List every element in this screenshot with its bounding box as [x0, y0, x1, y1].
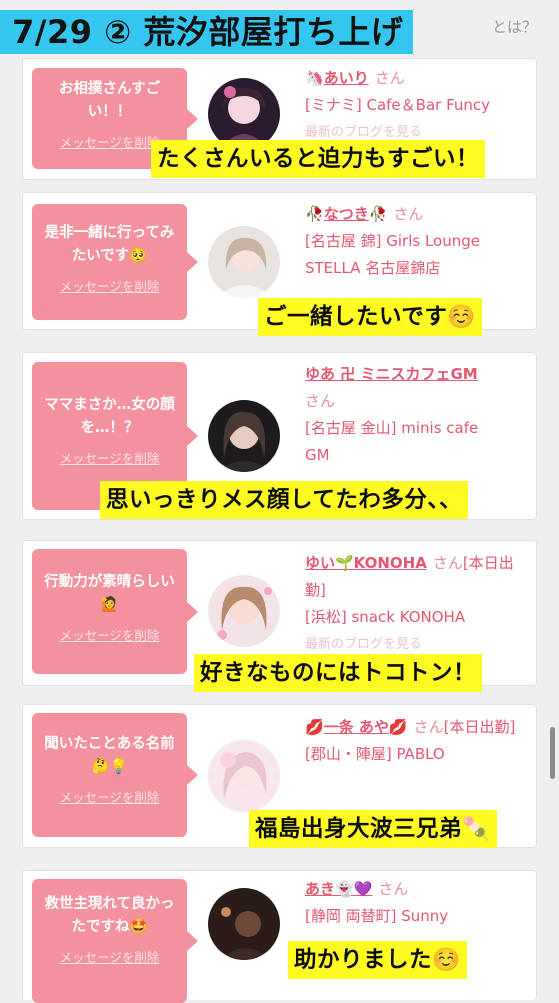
shop-name[interactable]: [郡山・陣屋] PABLO	[305, 741, 527, 768]
overlay-caption: たくさんいると迫力もすごい！	[151, 140, 486, 178]
caption-text: 思いっきりメス顔してたわ多分、、	[106, 487, 463, 513]
message-card: ママまさか…女の顔を…！？ メッセージを削除 ゆあ 卍 ミニスカフェGM さん …	[22, 352, 537, 520]
avatar[interactable]	[208, 575, 280, 647]
top-bar: 7/29 ② 荒汐部屋打ち上げ とは？	[0, 0, 559, 62]
cast-name[interactable]: ゆあ 卍 ミニスカフェGM	[305, 365, 478, 383]
shop-name-line2[interactable]: GM	[305, 442, 527, 469]
caption-text: 好きなものにはトコトン！	[200, 660, 477, 686]
honorific: さん	[305, 392, 336, 410]
caption-text: 助かりました	[294, 947, 433, 973]
delete-message-link[interactable]: メッセージを削除	[40, 787, 179, 806]
shop-name[interactable]: [ミナミ] Cafe＆Bar Funcy	[305, 92, 527, 119]
caption-emoji: 🍡	[462, 816, 491, 842]
caption-emoji: ☺️	[432, 947, 461, 973]
message-bubble: 是非一緒に行ってみたいです🥺 メッセージを削除	[32, 204, 198, 320]
overlay-caption: 思いっきりメス顔してたわ多分、、	[100, 481, 469, 519]
cast-name[interactable]: あいり	[324, 69, 369, 87]
cast-info: 🥀なつき🥀 さん [名古屋 錦] Girls Lounge STELLA 名古屋錦…	[305, 201, 527, 282]
overlay-caption: ご一緒したいです☺️	[258, 298, 482, 336]
cast-name-link[interactable]: 🥀なつき🥀	[305, 205, 387, 223]
cast-name[interactable]: 一条 あや	[324, 718, 389, 736]
shop-name-line2[interactable]: STELLA 名古屋錦店	[305, 255, 527, 282]
name-suffix-emoji: 🥀	[368, 205, 388, 223]
cast-name-link[interactable]: 🦄あいり	[305, 69, 369, 87]
message-bubble: 行動力が素晴らしい🙋 メッセージを削除	[32, 549, 198, 674]
message-text: 是非一緒に行ってみたいです🥺	[44, 225, 175, 264]
caption-text: 福島出身大波三兄弟	[255, 816, 463, 842]
message-card: 救世主現れて良かったですね🤩 メッセージを削除 あき👻💜 さん [静岡 両替町] …	[22, 870, 537, 1003]
overlay-caption: 好きなものにはトコトン！	[194, 654, 483, 692]
cast-name[interactable]: あき👻💜	[305, 880, 372, 898]
delete-message-link[interactable]: メッセージを削除	[40, 448, 179, 467]
overlay-caption: 助かりました☺️	[288, 941, 467, 979]
cast-info: 🦄あいり さん [ミナミ] Cafe＆Bar Funcy 最新のブログを見る	[305, 65, 527, 146]
message-text: 聞いたことある名前🤔💡	[44, 736, 175, 775]
avatar[interactable]	[208, 226, 280, 298]
name-suffix-emoji: 💋	[388, 718, 408, 736]
cast-info: ゆい🌱KONOHA さん[本日出勤] [浜松] snack KONOHA 最新のブ…	[305, 550, 527, 658]
caption-emoji: ☺️	[447, 304, 476, 330]
help-link[interactable]: とは？	[492, 16, 537, 37]
caption-text: たくさんいると迫力もすごい！	[157, 146, 480, 172]
shop-name[interactable]: [静岡 両替町] Sunny	[305, 903, 527, 930]
work-status: [本日出勤]	[443, 718, 516, 736]
message-card: 行動力が素晴らしい🙋 メッセージを削除 ゆい🌱KONOHA さん[本日出勤] [浜…	[22, 540, 537, 692]
honorific: さん	[393, 205, 424, 223]
cast-info: 💋一条 あや💋 さん[本日出勤] [郡山・陣屋] PABLO	[305, 714, 527, 768]
delete-message-link[interactable]: メッセージを削除	[40, 947, 179, 966]
shop-name[interactable]: [名古屋 錦] Girls Lounge	[305, 228, 527, 255]
message-bubble: 聞いたことある名前🤔💡 メッセージを削除	[32, 713, 198, 837]
message-text: ママまさか…女の顔を…！？	[44, 397, 175, 436]
message-text: お相撲さんすごい！！	[58, 81, 161, 120]
avatar[interactable]	[208, 400, 280, 472]
message-bubble: 救世主現れて良かったですね🤩 メッセージを削除	[32, 879, 198, 1003]
message-text: 行動力が素晴らしい🙋	[44, 574, 175, 613]
shop-name[interactable]: [浜松] snack KONOHA	[305, 604, 527, 631]
message-card: 聞いたことある名前🤔💡 メッセージを削除 💋一条 あや💋 さん[本日出勤] [郡山…	[22, 704, 537, 848]
honorific: さん	[432, 554, 463, 572]
page-title-banner: 7/29 ② 荒汐部屋打ち上げ	[0, 10, 414, 54]
name-prefix-emoji: 💋	[305, 718, 324, 736]
delete-message-link[interactable]: メッセージを削除	[40, 276, 179, 295]
honorific: さん	[413, 718, 444, 736]
cast-name[interactable]: ゆい🌱KONOHA	[305, 554, 427, 572]
honorific: さん	[378, 880, 409, 898]
cast-name[interactable]: なつき	[324, 205, 369, 223]
cast-name-link[interactable]: 💋一条 あや💋	[305, 718, 408, 736]
honorific: さん	[374, 69, 405, 87]
delete-message-link[interactable]: メッセージを削除	[40, 625, 179, 644]
avatar[interactable]	[208, 740, 280, 812]
overlay-caption: 福島出身大波三兄弟🍡	[249, 810, 497, 848]
message-text: 救世主現れて良かったですね🤩	[44, 896, 175, 935]
avatar[interactable]	[208, 888, 280, 960]
cast-info: ゆあ 卍 ミニスカフェGM さん [名古屋 金山] minis cafe GM	[305, 361, 527, 469]
scrollbar[interactable]	[550, 727, 555, 779]
shop-name[interactable]: [名古屋 金山] minis cafe	[305, 415, 527, 442]
cast-info: あき👻💜 さん [静岡 両替町] Sunny	[305, 876, 527, 930]
message-card: お相撲さんすごい！！ メッセージを削除 🦄あいり さん [ミナミ] Cafe＆Ba…	[22, 58, 537, 180]
caption-text: ご一緒したいです	[264, 304, 448, 330]
message-card: 是非一緒に行ってみたいです🥺 メッセージを削除 🥀なつき🥀 さん [名古屋 錦] …	[22, 192, 537, 336]
name-prefix-emoji: 🦄	[305, 69, 324, 87]
name-prefix-emoji: 🥀	[305, 205, 324, 223]
